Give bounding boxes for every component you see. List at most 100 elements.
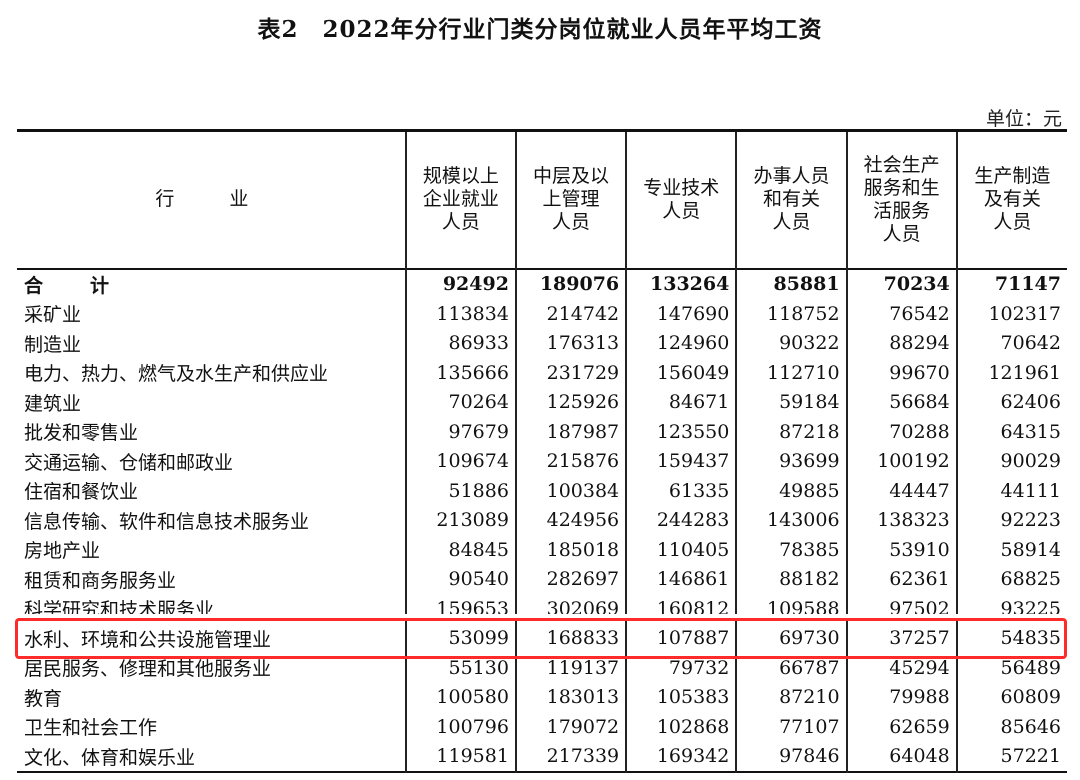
wage-cell: 56684 xyxy=(845,387,957,417)
industry-name: 合 计 xyxy=(24,274,124,297)
industry-name: 房地产业 xyxy=(24,540,101,563)
wage-cell: 231729 xyxy=(514,358,627,388)
wage-cell: 85646 xyxy=(955,712,1067,742)
header-row: 行 业 规模以上 企业就业 人员 中层及以 上管理 人员 专业技术 人员 办事人员 和有关人… xyxy=(17,130,1067,269)
industry-name: 电力、热力、燃气及水生产和供应业 xyxy=(24,363,329,386)
wage-cell: 90322 xyxy=(735,328,847,358)
table-row: 卫生和社会工作 100796 179072 102868 77107 62659 85646 xyxy=(17,712,1067,742)
wage-cell: 77107 xyxy=(735,712,847,742)
wage-cell: 100580 xyxy=(404,682,516,712)
wage-cell: 70288 xyxy=(845,417,957,447)
header-line: 活服务 xyxy=(873,199,931,222)
wage-cell: 133264 xyxy=(625,268,737,299)
wage-cell: 64315 xyxy=(955,417,1067,447)
wage-cell: 92223 xyxy=(955,505,1067,535)
page-title: 表2 2022年分行业门类分岗位就业人员年平均工资 xyxy=(257,16,823,43)
industry-name: 信息传输、软件和信息技术服务业 xyxy=(24,510,310,533)
wage-cell: 92492 xyxy=(404,268,516,299)
wage-cell: 56489 xyxy=(955,653,1067,683)
table-row: 信息传输、软件和信息技术服务业 213089 424956 244283 143006 1… xyxy=(17,505,1067,535)
wage-cell: 87218 xyxy=(735,417,847,447)
wage-cell: 179072 xyxy=(514,712,627,742)
industry-name: 水利、环境和公共设施管理业 xyxy=(24,628,272,651)
wage-cell: 60809 xyxy=(955,682,1067,712)
wage-cell: 57221 xyxy=(955,741,1067,772)
wage-cell: 146861 xyxy=(625,564,737,594)
wage-cell: 84845 xyxy=(404,535,516,565)
header-line: 专业技术 xyxy=(643,176,720,199)
header-line: 和有关 xyxy=(762,188,820,211)
wage-cell: 79732 xyxy=(625,653,737,683)
table-row: 采矿业 113834 214742 147690 118752 76542 102317 xyxy=(17,299,1067,329)
wage-cell: 102317 xyxy=(955,299,1067,329)
industry-name: 采矿业 xyxy=(24,304,82,327)
wage-cell: 87210 xyxy=(735,682,847,712)
header-line: 人员 xyxy=(993,211,1032,234)
wage-cell: 168833 xyxy=(514,623,627,653)
wage-cell: 125926 xyxy=(514,387,627,417)
wage-cell: 105383 xyxy=(625,682,737,712)
wage-cell: 189076 xyxy=(514,268,627,299)
header-col: 社会生产 服务和生 活服务 人员 xyxy=(845,130,957,269)
table-row: 合 计 92492 189076 133264 85881 70234 71147 xyxy=(17,268,1067,299)
wage-cell: 107887 xyxy=(625,623,737,653)
industry-name: 建筑业 xyxy=(24,392,82,415)
table-row: 教育 100580 183013 105383 87210 79988 60809 xyxy=(17,682,1067,712)
wage-cell: 169342 xyxy=(625,741,737,772)
header-col: 专业技术 人员 xyxy=(625,130,737,269)
header-line: 生产制造 xyxy=(974,165,1051,188)
header-col: 规模以上 企业就业 人员 xyxy=(404,130,516,269)
wage-cell: 70642 xyxy=(955,328,1067,358)
wage-cell: 143006 xyxy=(735,505,847,535)
wage-cell: 217339 xyxy=(514,741,627,772)
wage-cell: 62361 xyxy=(845,564,957,594)
header-line: 人员 xyxy=(441,211,480,234)
wage-cell: 215876 xyxy=(514,446,627,476)
header-industry: 行 业 xyxy=(155,188,267,211)
wage-cell: 123550 xyxy=(625,417,737,447)
header-col: 中层及以 上管理 人员 xyxy=(514,130,627,269)
clip-edge xyxy=(18,613,1066,620)
wage-cell: 86933 xyxy=(404,328,516,358)
wage-cell: 214742 xyxy=(514,299,627,329)
wage-cell: 78385 xyxy=(735,535,847,565)
header-col: 办事人员 和有关 人员 xyxy=(735,130,847,269)
industry-name: 教育 xyxy=(24,687,63,710)
wage-cell: 282697 xyxy=(514,564,627,594)
wage-cell: 118752 xyxy=(735,299,847,329)
wage-cell: 85881 xyxy=(735,268,847,299)
table-row: 交通运输、仓储和邮政业 109674 215876 159437 93699 100192… xyxy=(17,446,1067,476)
industry-name: 租赁和商务服务业 xyxy=(24,569,177,592)
table-body: 合 计 92492 189076 133264 85881 70234 71147 采矿业 11… xyxy=(17,268,1067,772)
wage-cell: 88182 xyxy=(735,564,847,594)
wage-cell: 119581 xyxy=(404,741,516,772)
table-row: 居民服务、修理和其他服务业 55130 119137 79732 66787 45294 5… xyxy=(17,653,1067,683)
header-line: 及有关 xyxy=(983,188,1041,211)
header-line: 中层及以 xyxy=(533,165,610,188)
wage-cell: 159437 xyxy=(625,446,737,476)
industry-name: 文化、体育和娱乐业 xyxy=(24,746,196,769)
wage-cell: 69730 xyxy=(735,623,847,653)
wage-cell: 70264 xyxy=(404,387,516,417)
header-line: 人员 xyxy=(662,199,701,222)
header-line: 人员 xyxy=(882,222,921,245)
industry-name: 制造业 xyxy=(24,333,82,356)
header-line: 人员 xyxy=(772,211,811,234)
unit-label: 单位：元 xyxy=(985,108,1062,130)
header-line: 上管理 xyxy=(542,188,600,211)
industry-name: 卫生和社会工作 xyxy=(24,717,158,740)
wage-cell: 53910 xyxy=(845,535,957,565)
wage-cell: 90029 xyxy=(955,446,1067,476)
wage-cell: 64048 xyxy=(845,741,957,772)
wage-cell: 53099 xyxy=(404,623,516,653)
wage-cell: 79988 xyxy=(845,682,957,712)
table-row: 租赁和商务服务业 90540 282697 146861 88182 62361 68825 xyxy=(17,564,1067,594)
wage-cell: 102868 xyxy=(625,712,737,742)
table-row: 房地产业 84845 185018 110405 78385 53910 58914 xyxy=(17,535,1067,565)
wage-cell: 37257 xyxy=(845,623,957,653)
industry-name: 住宿和餐饮业 xyxy=(24,481,139,504)
header-col: 生产制造 及有关 人员 xyxy=(955,130,1067,269)
header-line: 企业就业 xyxy=(422,188,499,211)
table-row: 制造业 86933 176313 124960 90322 88294 70642 xyxy=(17,328,1067,358)
wage-cell: 213089 xyxy=(404,505,516,535)
